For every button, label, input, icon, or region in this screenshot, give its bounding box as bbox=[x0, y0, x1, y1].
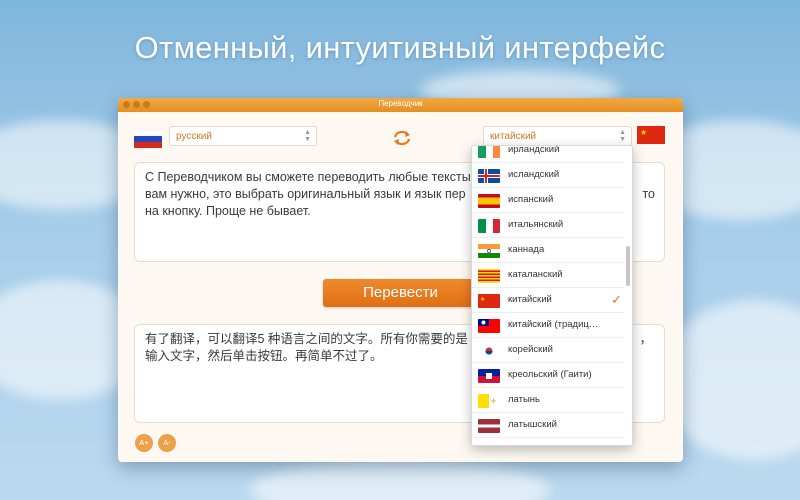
source-language-value: русский bbox=[176, 131, 212, 142]
language-option[interactable]: каталанский bbox=[472, 263, 624, 288]
vatican-flag-icon: ✢ bbox=[478, 394, 500, 408]
language-option[interactable]: итальянский bbox=[472, 213, 624, 238]
iceland-flag-icon bbox=[478, 169, 500, 183]
language-option-label: испанский bbox=[508, 194, 554, 205]
language-option-label: ирландский bbox=[508, 145, 560, 155]
window-title: Переводчик bbox=[378, 99, 423, 108]
spain-flag-icon bbox=[478, 194, 500, 208]
italy-flag-icon bbox=[478, 219, 500, 233]
taiwan-flag-icon bbox=[478, 319, 500, 333]
catalonia-flag-icon bbox=[478, 269, 500, 283]
language-option[interactable]: ирландский bbox=[472, 145, 624, 163]
svg-text:★: ★ bbox=[640, 128, 647, 137]
target-language-value: китайский bbox=[490, 131, 537, 142]
language-option[interactable]: корейский bbox=[472, 338, 624, 363]
india-flag-icon bbox=[478, 244, 500, 258]
checkmark-icon: ✓ bbox=[611, 292, 622, 307]
china-flag-icon: ★ bbox=[637, 126, 665, 144]
language-option[interactable]: креольский (Гаити) bbox=[472, 363, 624, 388]
korea-flag-icon bbox=[478, 344, 500, 358]
svg-text:✢: ✢ bbox=[491, 398, 496, 405]
china-flag-icon: ★ bbox=[478, 294, 500, 308]
language-option[interactable]: латышский bbox=[472, 413, 624, 438]
language-option-label: китайский (традиц… bbox=[508, 319, 599, 330]
language-option-label: каннада bbox=[508, 244, 545, 255]
target-language-select[interactable]: китайский ▲ ▼ bbox=[483, 126, 632, 146]
source-language-select[interactable]: русский ▲ ▼ bbox=[169, 126, 317, 146]
language-option[interactable]: ★ китайский ✓ bbox=[472, 288, 624, 313]
language-option-label: китайский bbox=[508, 294, 552, 305]
haiti-flag-icon bbox=[478, 369, 500, 383]
language-option-label: креольский (Гаити) bbox=[508, 369, 592, 380]
dropdown-scrollbar[interactable] bbox=[626, 246, 630, 286]
updown-chevron-icon: ▲ ▼ bbox=[304, 129, 311, 143]
language-option[interactable]: исландский bbox=[472, 163, 624, 188]
language-dropdown[interactable]: ирландский исландский испанский итальянский… bbox=[471, 145, 633, 446]
increase-font-button[interactable]: A+ bbox=[135, 434, 153, 452]
translate-button[interactable]: Перевести bbox=[323, 279, 478, 307]
decrease-font-button[interactable]: A- bbox=[158, 434, 176, 452]
language-option-label: итальянский bbox=[508, 219, 564, 230]
russia-flag-icon bbox=[134, 130, 162, 148]
headline: Отменный, интуитивный интерфейс bbox=[134, 30, 666, 65]
language-option-label: корейский bbox=[508, 344, 553, 355]
source-text-tail: то bbox=[642, 187, 655, 201]
language-list: ирландский исландский испанский итальянский… bbox=[472, 145, 632, 438]
language-option-label: латынь bbox=[508, 394, 540, 405]
svg-text:★: ★ bbox=[480, 296, 485, 303]
latvia-flag-icon bbox=[478, 419, 500, 433]
title-bar: Переводчик bbox=[118, 98, 683, 112]
updown-chevron-icon: ▲ ▼ bbox=[619, 129, 626, 143]
language-option-label: каталанский bbox=[508, 269, 563, 280]
language-option[interactable]: испанский bbox=[472, 188, 624, 213]
ireland-flag-icon bbox=[478, 146, 500, 158]
language-option-label: исландский bbox=[508, 169, 560, 180]
language-option[interactable]: китайский (традиц… bbox=[472, 313, 624, 338]
swap-languages-icon[interactable] bbox=[391, 129, 413, 147]
output-text-tail: ， bbox=[639, 332, 652, 346]
language-option-label: латышский bbox=[508, 419, 557, 430]
language-option[interactable]: каннада bbox=[472, 238, 624, 263]
language-option[interactable]: ✢ латынь bbox=[472, 388, 624, 413]
